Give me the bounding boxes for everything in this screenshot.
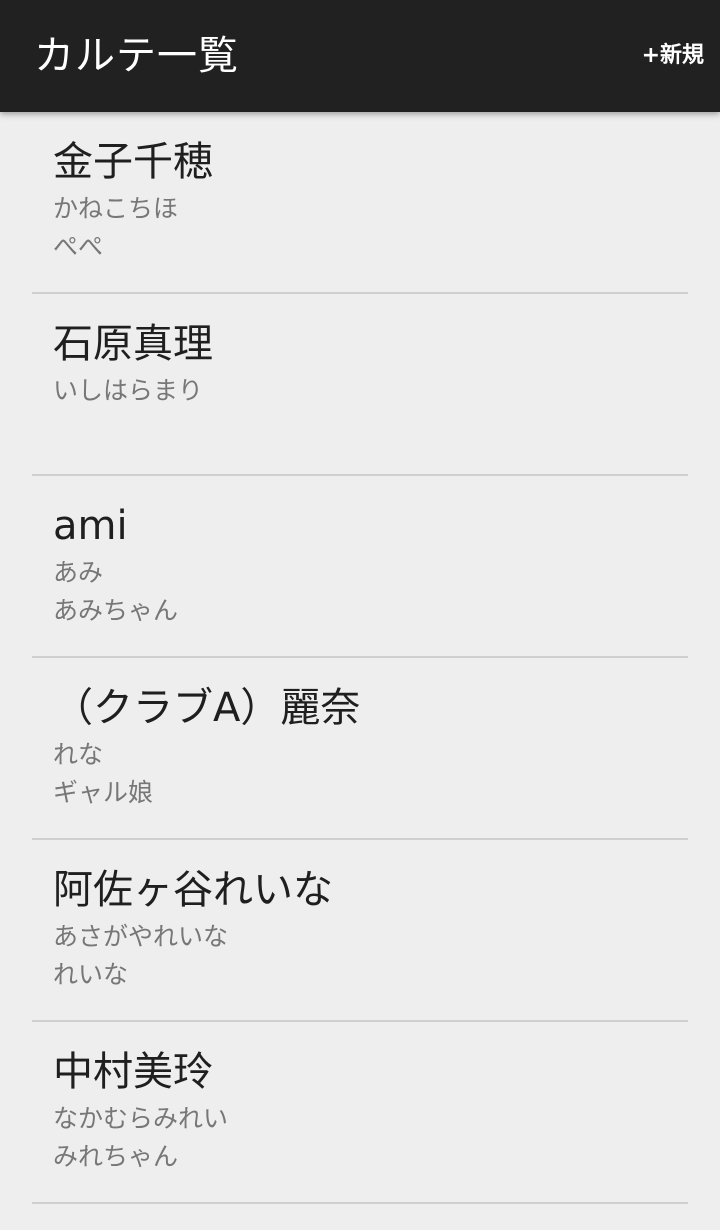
new-record-button[interactable]: +新規 [642,40,704,72]
record-name: 石原真理 [53,321,213,367]
record-name: 金子千穂 [53,139,213,185]
divider [32,1202,688,1204]
record-nickname: れいな [53,960,129,989]
record-nickname: みれちゃん [53,1142,179,1171]
record-kana: なかむらみれい [53,1104,229,1133]
record-name: 中村美玲 [53,1049,213,1095]
list-item[interactable]: ami あみ あみちゃん [0,476,720,658]
record-name: 阿佐ヶ谷れいな [53,867,333,913]
record-kana: あみ [53,558,104,587]
record-nickname: ギャル娘 [53,778,154,807]
record-list: 金子千穂 かねこちほ ぺぺ 石原真理 いしはらまり ami あみ あみちゃん （… [0,112,720,1204]
list-item[interactable]: 中村美玲 なかむらみれい みれちゃん [0,1022,720,1204]
record-kana: あさがやれいな [53,922,229,951]
record-nickname: ぺぺ [53,232,104,261]
record-kana: かねこちほ [53,194,179,223]
record-nickname: あみちゃん [53,596,179,625]
page-title: カルテ一覧 [34,33,239,79]
record-name: （クラブA）麗奈 [53,685,361,731]
list-item[interactable]: 阿佐ヶ谷れいな あさがやれいな れいな [0,840,720,1022]
list-item[interactable]: （クラブA）麗奈 れな ギャル娘 [0,658,720,840]
record-kana: いしはらまり [53,376,204,405]
record-kana: れな [53,740,104,769]
app-bar: カルテ一覧 +新規 [0,0,720,112]
record-name: ami [53,503,128,549]
list-item[interactable]: 金子千穂 かねこちほ ぺぺ [0,112,720,294]
list-item[interactable]: 石原真理 いしはらまり [0,294,720,476]
